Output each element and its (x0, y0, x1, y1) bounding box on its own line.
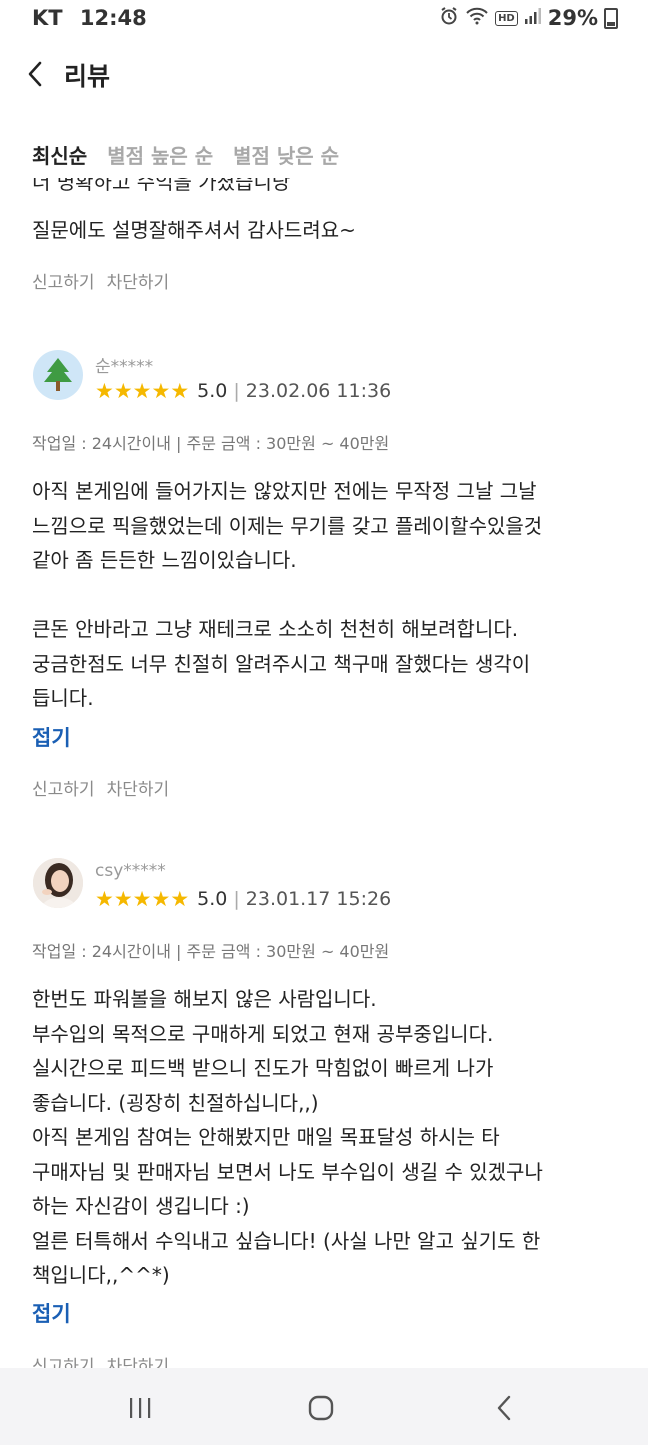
order-meta: 작업일 : 24시간이내 | 주문 금액 : 30만원 ~ 40만원 (32, 942, 390, 961)
rating-row: ★ ★ ★ ★ ★ 5.0 | 23.01.17 15:26 (95, 888, 391, 910)
rating-score: 5.0 (197, 380, 228, 402)
block-link[interactable]: 차단하기 (107, 1352, 170, 1368)
back-button[interactable] (18, 54, 52, 94)
review-line: 듭니다. (32, 686, 94, 710)
review-line: 아직 본게임 참여는 안해봤지만 매일 목표달성 하시는 타 (32, 1125, 500, 1149)
sort-tab-rating-high[interactable]: 별점 높은 순 (107, 140, 213, 169)
star-icon: ★ (95, 886, 114, 911)
review-actions: 신고하기 차단하기 (32, 775, 169, 800)
review-line: 같아 좀 든든한 느낌이있습니다. (32, 548, 297, 572)
review-line (32, 578, 622, 613)
sort-tab-rating-low[interactable]: 별점 낮은 순 (233, 140, 339, 169)
review-line: 하는 자신감이 생깁니다 :) (32, 1194, 250, 1218)
star-icon: ★ (132, 886, 152, 911)
review-line: 좋습니다. (굉장히 친절하십니다,,) (32, 1090, 319, 1115)
divider: | (233, 888, 240, 910)
review-line: 책입니다,,^^*) (32, 1263, 170, 1287)
status-left: KT 12:48 (32, 6, 147, 30)
page-title: 리뷰 (64, 62, 111, 91)
report-link[interactable]: 신고하기 (32, 1352, 95, 1368)
system-nav-bar (0, 1368, 648, 1445)
star-icon: ★ (113, 378, 133, 403)
clock: 12:48 (79, 6, 147, 30)
wifi-icon (465, 6, 489, 30)
star-rating: ★ ★ ★ ★ ★ (95, 886, 190, 911)
chevron-left-icon (28, 61, 42, 87)
tree-icon (44, 358, 72, 391)
header: 리뷰 (0, 40, 648, 110)
block-link[interactable]: 차단하기 (107, 268, 170, 293)
battery-percent: 29% (547, 6, 598, 30)
sort-tab-latest[interactable]: 최신순 (32, 140, 87, 169)
carrier-label: KT (32, 6, 63, 30)
home-icon (308, 1395, 334, 1421)
star-icon: ★ (151, 886, 171, 911)
star-icon: ★ (151, 378, 171, 403)
rating-row: ★ ★ ★ ★ ★ 5.0 | 23.02.06 11:36 (95, 380, 391, 402)
review-body: 한번도 파워볼을 해보지 않은 사람입니다. 부수입의 목적으로 구매하게 되었… (32, 982, 622, 1293)
review-line: 느낌으로 픽을했었는데 이제는 무기를 갖고 플레이할수있을것 (32, 513, 543, 538)
star-icon: ★ (132, 378, 152, 403)
review-line: 부수입의 목적으로 구매하게 되었고 현재 공부중입니다. (32, 1021, 494, 1046)
rating-score: 5.0 (197, 888, 228, 910)
review-line: 얼른 터특해서 수익내고 싶습니다! (사실 나만 알고 싶기도 한 (32, 1228, 541, 1253)
order-meta: 작업일 : 24시간이내 | 주문 금액 : 30만원 ~ 40만원 (32, 434, 390, 453)
partial-review-last-line: 질문에도 설명잘해주셔서 감사드려요~ (32, 218, 356, 242)
review-line: 실시간으로 피드백 받으니 진도가 막힘없이 빠르게 나가 (32, 1056, 494, 1080)
star-icon: ★ (170, 378, 190, 403)
review-date: 23.02.06 11:36 (245, 380, 392, 402)
back-icon (497, 1395, 511, 1421)
partial-review-cut-line: 더 명확하고 수익을 가졌습니당 (32, 178, 291, 194)
reviewer-name: csy***** (95, 861, 166, 881)
home-button[interactable] (301, 1388, 341, 1428)
avatar (33, 858, 83, 908)
collapse-link[interactable]: 접기 (32, 722, 71, 752)
status-right: HD 29% (439, 6, 618, 30)
alarm-icon (439, 6, 459, 30)
divider: | (233, 380, 240, 402)
status-bar: KT 12:48 HD 29% (0, 0, 648, 40)
reviewer-name: 순***** (95, 357, 154, 377)
star-icon: ★ (113, 886, 133, 911)
star-icon: ★ (170, 886, 190, 911)
collapse-link[interactable]: 접기 (32, 1298, 71, 1328)
review-line: 큰돈 안바라고 그냥 재테크로 소소히 천천히 해보려합니다. (32, 617, 519, 641)
sort-tabs: 최신순 별점 높은 순 별점 낮은 순 (32, 140, 339, 169)
review-line: 한번도 파워볼을 해보지 않은 사람입니다. (32, 987, 377, 1011)
recent-apps-button[interactable] (120, 1388, 160, 1428)
battery-icon (604, 7, 618, 29)
report-link[interactable]: 신고하기 (32, 775, 95, 800)
review-line: 궁금한점도 너무 친절히 알려주시고 책구매 잘했다는 생각이 (32, 651, 531, 676)
recent-apps-icon (130, 1398, 151, 1418)
avatar (33, 350, 83, 400)
review-date: 23.01.17 15:26 (245, 888, 392, 910)
block-link[interactable]: 차단하기 (107, 775, 170, 800)
hd-voice-icon: HD (495, 10, 518, 26)
review-body: 아직 본게임에 들어가지는 않았지만 전에는 무작정 그날 그날 느낌으로 픽을… (32, 474, 622, 716)
report-link[interactable]: 신고하기 (32, 268, 95, 293)
person-photo-icon (33, 858, 83, 908)
review-list[interactable]: 더 명확하고 수익을 가졌습니당 질문에도 설명잘해주셔서 감사드려요~ 신고하… (0, 178, 648, 1368)
partial-review-actions: 신고하기 차단하기 (32, 268, 169, 293)
star-icon: ★ (95, 378, 114, 403)
review-actions: 신고하기 차단하기 (32, 1352, 169, 1368)
signal-icon (524, 7, 542, 29)
star-rating: ★ ★ ★ ★ ★ (95, 378, 190, 403)
review-line: 구매자님 및 판매자님 보면서 나도 부수입이 생길 수 있겠구나 (32, 1159, 543, 1184)
review-line: 아직 본게임에 들어가지는 않았지만 전에는 무작정 그날 그날 (32, 479, 537, 503)
system-back-button[interactable] (484, 1388, 524, 1428)
